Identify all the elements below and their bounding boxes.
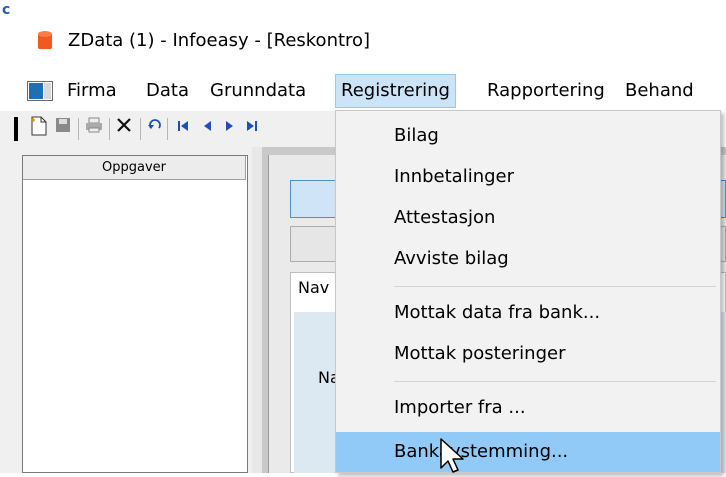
menu-item-avviste-bilag[interactable]: Avviste bilag [336, 239, 720, 279]
toolbar-separator [78, 118, 79, 140]
app-database-icon [37, 30, 53, 50]
panel-splitter[interactable] [252, 147, 262, 473]
last-record-icon[interactable] [241, 116, 263, 140]
menu-rapportering[interactable]: Rapportering [482, 74, 610, 108]
menu-separator [394, 381, 716, 382]
menu-item-bilag[interactable]: Bilag [336, 116, 720, 156]
menu-item-bankavstemming[interactable]: Bankavstemming... [336, 432, 720, 472]
tab-label[interactable]: Nav [298, 278, 329, 297]
save-icon[interactable] [52, 116, 74, 140]
toolbar-separator [109, 118, 110, 140]
menu-registrering[interactable]: Registrering [335, 74, 456, 108]
system-menu-icon[interactable] [27, 81, 53, 101]
toolbar-separator [167, 118, 168, 140]
menu-firma[interactable]: Firma [62, 74, 122, 108]
undo-icon[interactable] [144, 116, 166, 140]
new-document-icon[interactable] [28, 116, 50, 140]
menu-behandling[interactable]: Behand [620, 74, 699, 108]
delete-icon[interactable] [113, 116, 135, 140]
mouse-cursor-icon [438, 438, 472, 473]
print-icon[interactable] [83, 116, 105, 140]
menu-item-innbetalinger[interactable]: Innbetalinger [336, 157, 720, 197]
toolbar-separator [140, 118, 141, 140]
first-record-icon[interactable] [172, 116, 194, 140]
menu-item-mottak-posteringer[interactable]: Mottak posteringer [336, 334, 720, 374]
corner-glyph: c [2, 2, 11, 18]
menu-item-importer-fra[interactable]: Importer fra ... [336, 388, 720, 428]
previous-record-icon[interactable] [196, 116, 218, 140]
tasks-panel [22, 155, 248, 473]
tasks-panel-header[interactable]: Oppgaver [23, 156, 246, 180]
menu-item-attestasjon[interactable]: Attestasjon [336, 198, 720, 238]
menu-separator [394, 286, 716, 287]
menu-data[interactable]: Data [141, 74, 194, 108]
window-title: ZData (1) - Infoeasy - [Reskontro] [68, 30, 371, 51]
menu-item-mottak-data-fra-bank[interactable]: Mottak data fra bank... [336, 293, 720, 333]
next-record-icon[interactable] [219, 116, 241, 140]
toolbar-grip[interactable] [14, 117, 18, 141]
menu-grunndata[interactable]: Grunndata [205, 74, 311, 108]
